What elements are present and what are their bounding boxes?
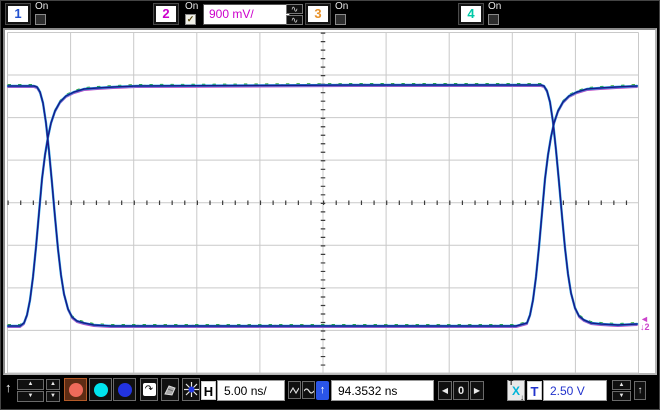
channel-1-on-label: On [35,1,49,12]
trigger-label[interactable]: T [527,381,542,400]
channel-3-checkbox[interactable] [335,14,346,25]
channel-2-on-label: On [185,1,199,12]
graticule-panel[interactable] [3,28,657,375]
channel-4-on-label: On [488,1,502,12]
channel-3-button[interactable]: 3 [305,3,331,25]
position-zero-button[interactable]: 0 [453,381,469,400]
trigger-level-up-button[interactable]: ▲ [612,380,631,390]
brightness-button[interactable] [182,378,200,401]
xtrig-arrow-glyph: ↓ [520,393,524,402]
coupling-icon-top[interactable]: ∿ [286,4,303,14]
trigger-level-box[interactable]: 2.50 V [543,380,607,401]
clear-display-button[interactable]: ↷ [140,378,158,401]
scroll-up-indicator-icon: ↑ [5,380,12,395]
channel-4-button[interactable]: 4 [458,3,484,25]
zigzag-zoom-button[interactable] [288,381,301,399]
bottom-toolbar: ↑ ▲ ▼ ▲ ▼ ↷ H 5.00 ns/ ↑ 94.3532 ns ◀ 0 … [1,376,659,409]
trigger-level-down-button[interactable]: ▼ [612,391,631,401]
channel-2-checkbox[interactable]: ✓ [185,14,196,25]
marker-cyan-button[interactable] [89,378,112,401]
channel-1-button[interactable]: 1 [5,3,31,25]
position-left-button[interactable]: ◀ [438,381,452,400]
marker-blue-button[interactable] [113,378,136,401]
channel-1-checkbox[interactable] [35,14,46,25]
channel-2-button[interactable]: 2 [153,3,179,25]
ground-marker-label: ↓2 [640,322,650,332]
channel-bar: 1 On 2 On ✓ 900 mV/ ∿ ∿ 3 On 4 On [1,1,659,28]
xtrig-x-icon: X [512,384,521,398]
red-circle-icon [68,382,83,397]
hand-icon [164,384,176,396]
horizontal-position-box[interactable]: 94.3532 ns [331,380,434,401]
touch-button[interactable] [161,378,179,401]
vertical-up-button[interactable]: ▲ [17,379,44,390]
trigger-source-channel1-icon[interactable]: ↑ [316,381,329,400]
horizontal-scale-box[interactable]: 5.00 ns/ [217,380,285,401]
sine-icon [302,387,315,394]
channel-3-on-label: On [335,1,349,12]
channel-2-scale-box[interactable]: 900 mV/ [203,4,290,25]
fine-down-button[interactable]: ▼ [46,391,60,402]
channel-4-checkbox[interactable] [488,14,499,25]
fine-up-button[interactable]: ▲ [46,379,60,390]
coupling-icon-bottom[interactable]: ∿ [286,15,303,25]
vertical-down-button[interactable]: ▼ [17,391,44,402]
panel-up-button[interactable]: ↑ [634,381,646,400]
brightness-icon [183,382,199,397]
oscilloscope-screen: 1 On 2 On ✓ 900 mV/ ∿ ∿ 3 On 4 On ◄ ↓2 ↑… [0,0,660,410]
marker-red-button[interactable] [64,378,87,401]
sine-zoom-button[interactable] [302,381,315,399]
horizontal-label[interactable]: H [201,381,216,400]
trigger-level-50pct-button[interactable]: T X ↓ [507,380,525,402]
channel-2-ground-marker[interactable]: ◄ ↓2 [640,315,650,332]
zigzag-icon [289,386,300,394]
cyan-circle-icon [93,382,108,397]
blue-circle-icon [117,382,132,397]
clear-display-icon: ↷ [142,383,156,396]
position-right-button[interactable]: ▶ [470,381,484,400]
